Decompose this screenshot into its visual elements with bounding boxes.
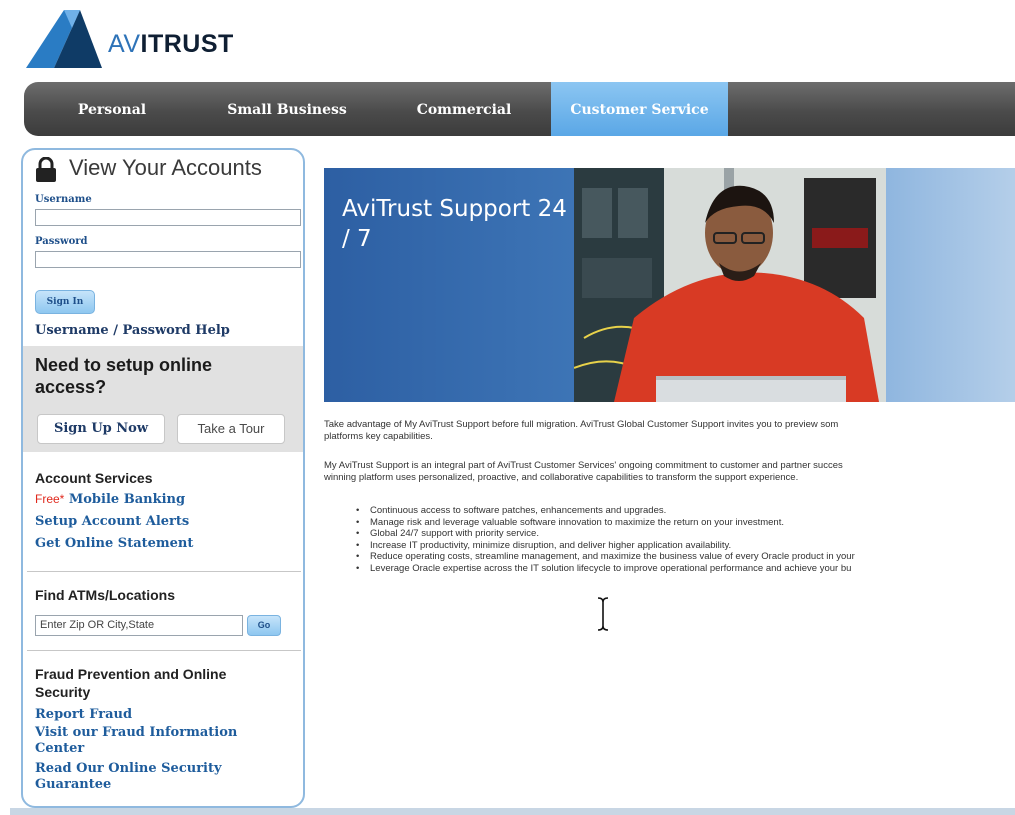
brand-name: AVITRUST — [108, 30, 234, 58]
support-paragraph: My AviTrust Support is an integral part … — [324, 460, 843, 483]
fraud-center-link[interactable]: Visit our Fraud Information Center — [35, 725, 255, 757]
divider — [27, 571, 301, 572]
nav-customer-service[interactable]: Customer Service — [551, 82, 728, 136]
avitrust-logo-icon — [26, 10, 102, 68]
sign-up-button[interactable]: Sign Up Now — [37, 414, 165, 444]
take-tour-button[interactable]: Take a Tour — [177, 414, 285, 444]
go-button[interactable]: Go — [247, 615, 281, 636]
support-banner: AviTrust Support 24 / 7 — [324, 168, 1015, 402]
credentials-help-link[interactable]: Username / Password Help — [35, 323, 230, 338]
nav-personal[interactable]: Personal — [60, 82, 164, 136]
footer-bar — [10, 808, 1015, 815]
security-guarantee-link[interactable]: Read Our Online Security Guarantee — [35, 761, 235, 793]
sidebar: View Your Accounts Username Password Sig… — [21, 148, 305, 808]
nav-commercial[interactable]: Commercial — [400, 82, 528, 136]
mobile-banking-link[interactable]: Free* Mobile Banking — [35, 492, 185, 507]
password-label: Password — [35, 236, 88, 247]
sign-in-button[interactable]: Sign In — [35, 290, 95, 314]
main-nav: Personal Small Business Commercial Custo… — [24, 82, 1015, 136]
lock-icon — [36, 157, 56, 182]
banner-gradient — [886, 168, 1015, 402]
divider — [27, 650, 301, 651]
login-title: View Your Accounts — [69, 155, 262, 180]
report-fraud-link[interactable]: Report Fraud — [35, 707, 132, 722]
list-item: Increase IT productivity, minimize disru… — [324, 540, 1015, 552]
atm-title: Find ATMs/Locations — [35, 587, 175, 603]
free-tag: Free* — [35, 492, 65, 506]
online-statement-link[interactable]: Get Online Statement — [35, 536, 193, 551]
support-person-photo — [574, 168, 886, 402]
nav-small-business[interactable]: Small Business — [212, 82, 362, 136]
password-input[interactable] — [35, 251, 301, 268]
zip-city-input[interactable]: Enter Zip OR City,State — [35, 615, 243, 636]
username-label: Username — [35, 194, 92, 205]
account-services-title: Account Services — [35, 470, 153, 486]
banner-title: AviTrust Support 24 / 7 — [342, 196, 567, 252]
list-item: Manage risk and leverage valuable softwa… — [324, 517, 1015, 529]
logo[interactable]: AVITRUST — [24, 8, 244, 72]
benefits-list: Continuous access to software patches, e… — [324, 505, 1015, 574]
setup-alerts-link[interactable]: Setup Account Alerts — [35, 514, 189, 529]
fraud-title: Fraud Prevention and Online Security — [35, 666, 227, 700]
setup-title: Need to setup online access? — [35, 355, 213, 397]
list-item: Global 24/7 support with priority servic… — [324, 528, 1015, 540]
setup-panel: Need to setup online access? Sign Up Now… — [23, 346, 303, 452]
intro-paragraph: Take advantage of My AviTrust Support be… — [324, 419, 839, 442]
username-input[interactable] — [35, 209, 301, 226]
text-cursor-icon — [597, 597, 609, 631]
list-item: Continuous access to software patches, e… — [324, 505, 1015, 517]
list-item: Leverage Oracle expertise across the IT … — [324, 563, 1015, 575]
list-item: Reduce operating costs, streamline manag… — [324, 551, 1015, 563]
